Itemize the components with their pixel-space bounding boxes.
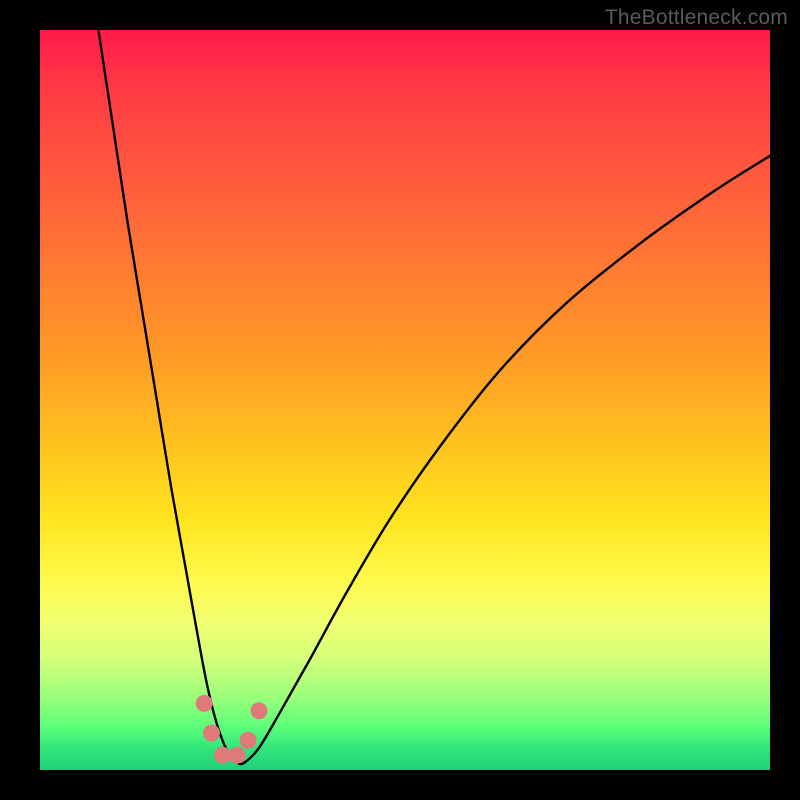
marker-dot (214, 747, 231, 764)
near-optimum-dots (196, 695, 268, 764)
watermark-text: TheBottleneck.com (605, 6, 788, 30)
chart-frame: TheBottleneck.com (0, 0, 800, 800)
marker-dot (229, 747, 246, 764)
plot-area (40, 30, 770, 770)
marker-dot (203, 725, 220, 742)
marker-dot (196, 695, 213, 712)
marker-dot (240, 732, 257, 749)
bottleneck-curve (40, 30, 770, 770)
marker-dot (251, 702, 268, 719)
